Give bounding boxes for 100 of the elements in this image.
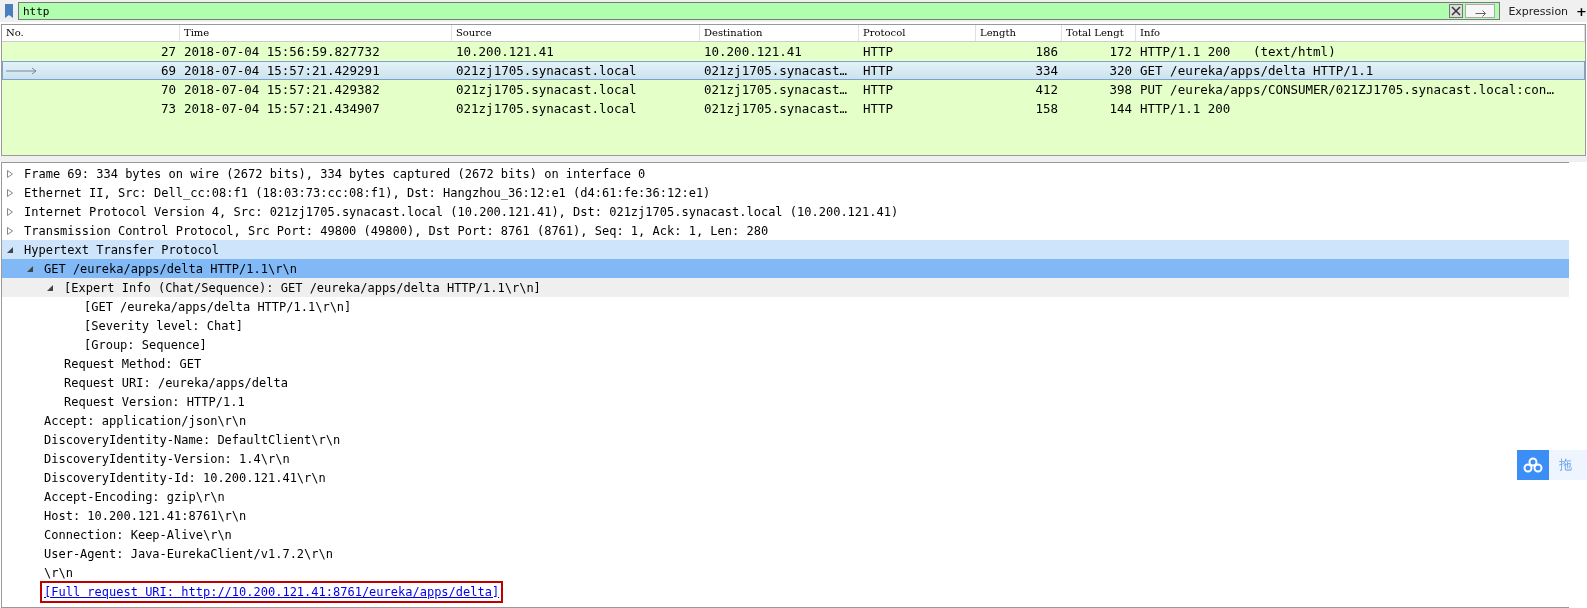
tree-row-text: User-Agent: Java-EurekaClient/v1.7.2\r\n — [43, 546, 334, 561]
tree-row-text: Transmission Control Protocol, Src Port: 49800 (49800), Dst Port: 8761 (8761), Seq: 1, Ack: 1, Len: 280 — [23, 223, 770, 238]
tree-row-text: Request Version: HTTP/1.1 — [63, 394, 246, 409]
packet-cell-text: 412 — [1034, 82, 1059, 97]
tree-row[interactable]: [Full request URI: http://10.200.121.41:8761/eureka/apps/delta] — [2, 582, 1569, 601]
tree-row-text: Request URI: /eureka/apps/delta — [63, 375, 289, 390]
packet-cell-text: HTTP — [862, 63, 895, 78]
packet-cell-text: PUT /eureka/apps/CONSUMER/021ZJ1705.synacast.local:con… — [1139, 82, 1555, 97]
packet-cell-text: 398 — [1108, 82, 1133, 97]
packet-cell-text: 021zj1705.synacast.local — [455, 82, 638, 97]
packet-cell-text: 172 — [1108, 44, 1133, 59]
packet-cell-text: 021zj1705.synacast… — [703, 101, 848, 116]
tree-row-text: Internet Protocol Version 4, Src: 021zj1705.synacast.local (10.200.121.41), Dst: 021zj1705.synacast.local (10.200.121.41) — [23, 204, 900, 219]
packet-number: 73 — [160, 101, 176, 116]
tree-row[interactable]: [Severity level: Chat] — [2, 316, 1569, 335]
packet-row[interactable]: 69 2018-07-04 15:57:21.429291 021zj1705.synacast.local 021zj1705.synacast… HTTP 334 320 GET /eureka/apps/delta HTTP/1.1 — [2, 61, 1585, 80]
packet-cell-text: 021zj1705.synacast.local — [455, 63, 638, 78]
tree-row-text: Accept: application/json\r\n — [43, 413, 248, 428]
packet-cell-text: 021zj1705.synacast… — [703, 82, 848, 97]
packet-number: 69 — [160, 63, 176, 78]
column-header[interactable]: Protocol — [859, 25, 976, 41]
tree-row[interactable]: Hypertext Transfer Protocol — [2, 240, 1569, 259]
packet-cell-text: 2018-07-04 15:57:21.434907 — [183, 101, 381, 116]
tree-row[interactable]: Request URI: /eureka/apps/delta — [2, 373, 1569, 392]
packet-cell-text: 2018-07-04 15:57:21.429382 — [183, 82, 381, 97]
tree-row[interactable]: \r\n — [2, 563, 1569, 582]
tree-row-text: Hypertext Transfer Protocol — [23, 242, 221, 257]
packet-cell-text: 10.200.121.41 — [455, 44, 555, 59]
packet-cell-text: 320 — [1108, 63, 1133, 78]
tree-row-text: [GET /eureka/apps/delta HTTP/1.1\r\n] — [83, 299, 353, 314]
tree-row-text: Connection: Keep-Alive\r\n — [43, 527, 233, 542]
collapsed-triangle-icon[interactable] — [6, 169, 14, 178]
tree-row[interactable]: Connection: Keep-Alive\r\n — [2, 525, 1569, 544]
tree-row-text: [Group: Sequence] — [83, 337, 208, 352]
tree-row[interactable]: User-Agent: Java-EurekaClient/v1.7.2\r\n — [2, 544, 1569, 563]
column-header[interactable]: Time — [180, 25, 452, 41]
bookmark-icon[interactable] — [2, 2, 16, 20]
tree-row[interactable]: Frame 69: 334 bytes on wire (2672 bits), 334 bytes captured (2672 bits) on interface 0 — [2, 164, 1569, 183]
tree-row[interactable]: Internet Protocol Version 4, Src: 021zj1705.synacast.local (10.200.121.41), Dst: 021zj1705.synacast.local (10.200.121.41) — [2, 202, 1569, 221]
tree-row[interactable]: Request Method: GET — [2, 354, 1569, 373]
tree-row[interactable]: Accept: application/json\r\n — [2, 411, 1569, 430]
tree-row[interactable]: [Expert Info (Chat/Sequence): GET /eureka/apps/delta HTTP/1.1\r\n] — [2, 278, 1569, 297]
widget-label: 拖 — [1549, 450, 1587, 480]
packet-cell-text: 2018-07-04 15:57:21.429291 — [183, 63, 381, 78]
packet-number: 27 — [160, 44, 176, 59]
expanded-triangle-icon[interactable] — [46, 283, 54, 292]
collapsed-triangle-icon[interactable] — [6, 226, 14, 235]
packet-cell-text: HTTP/1.1 200 — [1139, 101, 1232, 116]
expanded-triangle-icon[interactable] — [26, 264, 34, 273]
tree-row[interactable]: Accept-Encoding: gzip\r\n — [2, 487, 1569, 506]
cloud-icon — [1523, 457, 1543, 473]
filter-field[interactable]: http — [18, 2, 1501, 20]
column-header[interactable]: Length — [976, 25, 1062, 41]
packet-cell-text: 021zj1705.synacast… — [703, 63, 848, 78]
add-button[interactable]: + — [1576, 3, 1587, 19]
tree-row[interactable]: Request Version: HTTP/1.1 — [2, 392, 1569, 411]
clear-button[interactable] — [1449, 4, 1464, 18]
tree-row-text: DiscoveryIdentity-Id: 10.200.121.41\r\n — [43, 470, 327, 485]
column-header[interactable]: Info — [1136, 25, 1585, 41]
tree-row[interactable]: GET /eureka/apps/delta HTTP/1.1\r\n — [2, 259, 1569, 278]
tree-row-text: Frame 69: 334 bytes on wire (2672 bits), 334 bytes captured (2672 bits) on interface 0 — [23, 166, 647, 181]
packet-cell-text: 158 — [1034, 101, 1059, 116]
packet-number: 70 — [160, 82, 176, 97]
collapsed-triangle-icon[interactable] — [6, 188, 14, 197]
packet-cell-text: 021zj1705.synacast.local — [455, 101, 638, 116]
tree-row-text: Host: 10.200.121.41:8761\r\n — [43, 508, 248, 523]
arrow-icon — [1474, 10, 1486, 17]
tree-row-text: GET /eureka/apps/delta HTTP/1.1\r\n — [43, 261, 298, 276]
tree-row[interactable]: Host: 10.200.121.41:8761\r\n — [2, 506, 1569, 525]
column-header[interactable]: Destination — [700, 25, 859, 41]
tree-row-text: Accept-Encoding: gzip\r\n — [43, 489, 226, 504]
packet-cell-text: 144 — [1108, 101, 1133, 116]
tree-row-text: Request Method: GET — [63, 356, 203, 371]
packet-cell-text: HTTP — [862, 44, 895, 59]
packet-cell-text: GET /eureka/apps/delta HTTP/1.1 — [1139, 63, 1375, 78]
packet-cell-text: 334 — [1034, 63, 1059, 78]
tree-row[interactable]: [Group: Sequence] — [2, 335, 1569, 354]
expression-button[interactable]: Expression — [1502, 4, 1575, 18]
tree-row[interactable]: Transmission Control Protocol, Src Port: 49800 (49800), Dst Port: 8761 (8761), Seq: 1, Ack: 1, Len: 280 — [2, 221, 1569, 240]
tree-row[interactable]: DiscoveryIdentity-Name: DefaultClient\r\n — [2, 430, 1569, 449]
packet-cell-text: 2018-07-04 15:56:59.827732 — [183, 44, 381, 59]
tree-row-text: [Severity level: Chat] — [83, 318, 244, 333]
tree-row-text: \r\n — [43, 565, 74, 580]
tree-row[interactable]: Ethernet II, Src: Dell_cc:08:f1 (18:03:73:cc:08:f1), Dst: Hangzhou_36:12:e1 (d4:61:fe:36:12:e1) — [2, 183, 1569, 202]
packet-cell-text: 186 — [1034, 44, 1059, 59]
collapsed-triangle-icon[interactable] — [6, 207, 14, 216]
column-header[interactable]: Total Lengt — [1062, 25, 1136, 41]
packet-cell-text: HTTP — [862, 101, 895, 116]
packet-cell-text: HTTP/1.1 200 (text/html) — [1139, 44, 1337, 59]
column-header[interactable]: No. — [2, 25, 180, 41]
tree-row-text: Ethernet II, Src: Dell_cc:08:f1 (18:03:73:cc:08:f1), Dst: Hangzhou_36:12:e1 (d4:61:fe:36:12:e1) — [23, 185, 712, 200]
packet-cell-text: HTTP — [862, 82, 895, 97]
full-request-uri-link[interactable]: [Full request URI: http://10.200.121.41:8761/eureka/apps/delta] — [40, 580, 504, 603]
tree-row-text: [Expert Info (Chat/Sequence): GET /eureka/apps/delta HTTP/1.1\r\n] — [63, 280, 542, 295]
tree-row-text: DiscoveryIdentity-Name: DefaultClient\r\n — [43, 432, 342, 447]
tree-row[interactable]: [GET /eureka/apps/delta HTTP/1.1\r\n] — [2, 297, 1569, 316]
column-header[interactable]: Source — [452, 25, 700, 41]
apply-arrow-button[interactable] — [1465, 4, 1496, 18]
packet-cell-text: 10.200.121.41 — [703, 44, 803, 59]
expanded-triangle-icon[interactable] — [6, 245, 14, 254]
